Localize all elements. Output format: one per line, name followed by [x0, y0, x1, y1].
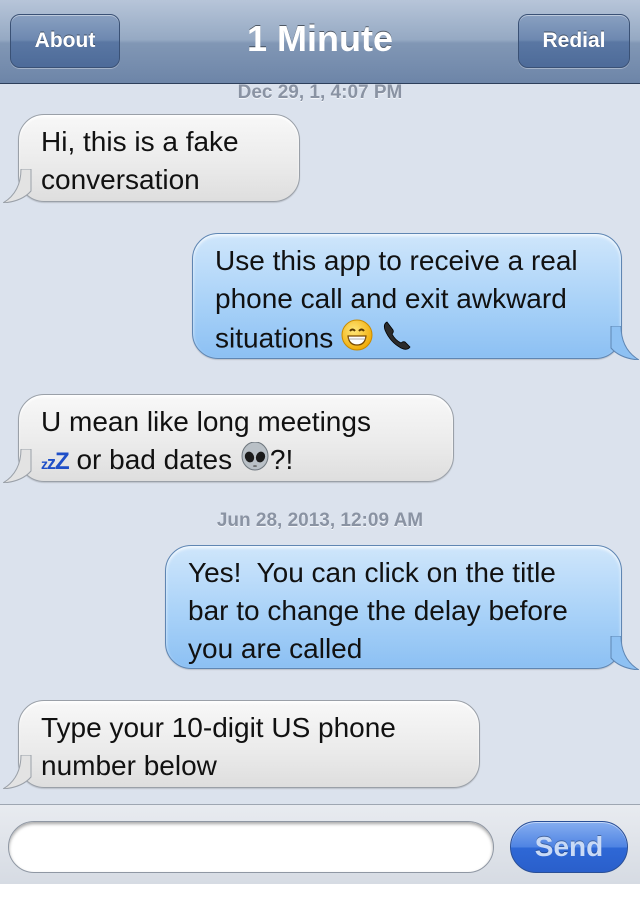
message-text: Type your 10-digit US phone number below	[41, 712, 396, 781]
about-button[interactable]: About	[10, 14, 120, 68]
incoming-message: Hi, this is a fake conversation	[3, 114, 300, 203]
outgoing-message: Yes! You can click on the title bar to c…	[165, 545, 639, 670]
phone-number-input[interactable]	[8, 821, 494, 873]
message-text: ?!	[269, 444, 294, 475]
message-input-bar: Send	[0, 804, 640, 884]
message-text: Yes! You can click on the title bar to c…	[188, 557, 576, 664]
telephone-receiver-icon	[381, 318, 415, 362]
title-bar-delay[interactable]: 1 Minute	[170, 18, 470, 60]
grinning-face-icon	[341, 319, 373, 361]
bubble-tail-icon	[610, 326, 639, 360]
outgoing-message: Use this app to receive a real phone cal…	[192, 233, 639, 362]
bottom-area	[0, 884, 640, 920]
bubble-tail-icon	[3, 755, 32, 789]
incoming-message: U mean like long meetings zzZ or bad dat…	[3, 394, 454, 483]
message-timestamp: Jun 28, 2013, 12:09 AM	[216, 510, 424, 531]
bubble-tail-icon	[610, 636, 639, 670]
message-text: U mean like long meetings	[41, 406, 371, 437]
sleeping-zzz-icon: zzZ	[41, 448, 70, 475]
alien-icon	[240, 441, 270, 482]
message-text: or bad dates	[76, 444, 233, 475]
send-button[interactable]: Send	[510, 821, 628, 873]
message-text: Hi, this is a fake conversation	[41, 126, 239, 195]
message-timestamp: Dec 29, 1, 4:07 PM	[237, 82, 403, 103]
bubble-tail-icon	[3, 449, 32, 483]
incoming-message: Type your 10-digit US phone number below	[3, 700, 480, 789]
redial-button[interactable]: Redial	[518, 14, 630, 68]
bubble-tail-icon	[3, 169, 32, 203]
navigation-bar: About 1 Minute Redial	[0, 0, 640, 84]
